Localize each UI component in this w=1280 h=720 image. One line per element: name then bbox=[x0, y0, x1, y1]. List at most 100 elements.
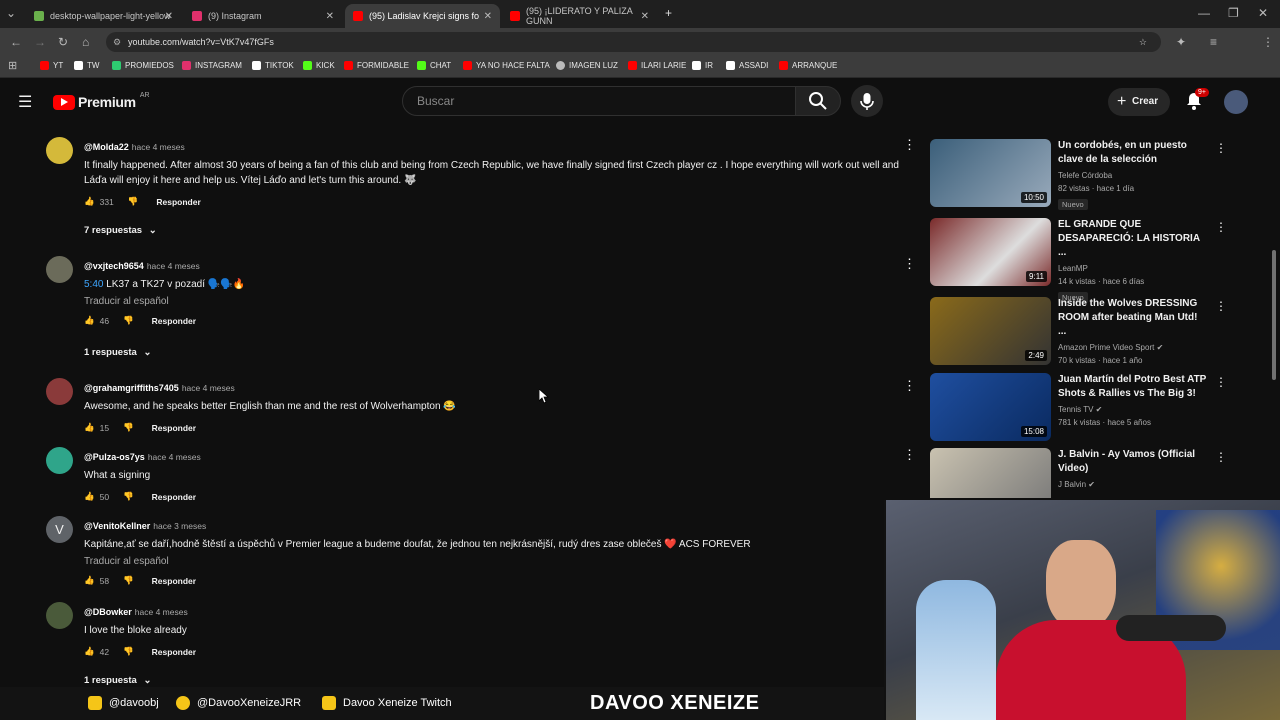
comment-date[interactable]: hace 4 meses bbox=[182, 383, 235, 393]
avatar[interactable]: V bbox=[46, 516, 73, 543]
back-icon[interactable]: ← bbox=[10, 35, 22, 49]
search-input[interactable]: Buscar bbox=[402, 86, 796, 116]
translate-link[interactable]: Traducir al español bbox=[84, 556, 920, 567]
comment-menu-icon[interactable]: ⋮ bbox=[903, 256, 916, 272]
home-icon[interactable]: ⌂ bbox=[82, 35, 89, 49]
video-thumbnail[interactable] bbox=[930, 448, 1051, 498]
comment-author[interactable]: @vxjtech9654 bbox=[84, 261, 144, 271]
like-icon[interactable]: 👍 bbox=[84, 422, 95, 433]
tab-search-icon[interactable]: ⌄ bbox=[6, 6, 16, 20]
close-icon[interactable]: ✕ bbox=[326, 11, 334, 22]
reload-icon[interactable]: ↻ bbox=[58, 35, 68, 49]
create-button[interactable]: + Crear bbox=[1108, 88, 1170, 116]
site-info-icon[interactable]: ⚙ bbox=[113, 32, 121, 52]
reply-button[interactable]: Responder bbox=[152, 316, 196, 326]
bookmark-promiedos[interactable]: PROMIEDOS bbox=[112, 61, 174, 70]
bookmark-arranque[interactable]: ARRANQUE bbox=[779, 61, 837, 70]
notifications-button[interactable]: 9+ bbox=[1186, 88, 1209, 115]
replies-toggle[interactable]: 1 respuesta ⌄ bbox=[84, 675, 151, 686]
video-channel[interactable]: Amazon Prime Video Sport ✔ bbox=[1058, 342, 1208, 353]
video-menu-icon[interactable]: ⋮ bbox=[1215, 450, 1227, 464]
close-icon[interactable]: ✕ bbox=[484, 11, 492, 22]
tab-youtube-active[interactable]: (95) Ladislav Krejci signs fo ✕ bbox=[345, 4, 500, 28]
dislike-icon[interactable]: 👎 bbox=[123, 646, 134, 657]
replies-toggle[interactable]: 1 respuesta ⌄ bbox=[84, 347, 151, 358]
replies-toggle[interactable]: 7 respuestas ⌄ bbox=[84, 225, 157, 236]
account-avatar[interactable] bbox=[1224, 90, 1248, 114]
close-icon[interactable]: ✕ bbox=[165, 11, 173, 22]
reply-button[interactable]: Responder bbox=[152, 423, 196, 433]
comment-date[interactable]: hace 4 meses bbox=[135, 607, 188, 617]
scrollbar-thumb[interactable] bbox=[1272, 250, 1276, 380]
dislike-icon[interactable]: 👎 bbox=[123, 422, 134, 433]
forward-icon[interactable]: → bbox=[34, 35, 46, 49]
comment-menu-icon[interactable]: ⋮ bbox=[903, 137, 916, 153]
video-channel[interactable]: Tennis TV ✔ bbox=[1058, 404, 1208, 415]
bookmark-chat[interactable]: CHAT bbox=[417, 61, 451, 70]
video-menu-icon[interactable]: ⋮ bbox=[1215, 299, 1227, 313]
dislike-icon[interactable]: 👎 bbox=[123, 491, 134, 502]
comment-author[interactable]: @Molda22 bbox=[84, 142, 129, 152]
menu-icon[interactable]: ⋮ bbox=[1262, 35, 1274, 49]
video-thumbnail[interactable]: 15:08 bbox=[930, 373, 1051, 441]
dislike-icon[interactable]: 👎 bbox=[123, 315, 134, 326]
avatar[interactable] bbox=[46, 137, 73, 164]
avatar[interactable] bbox=[46, 602, 73, 629]
video-title[interactable]: Juan Martín del Potro Best ATP Shots & R… bbox=[1058, 373, 1208, 401]
reply-button[interactable]: Responder bbox=[152, 647, 196, 657]
translate-link[interactable]: Traducir al español bbox=[84, 296, 920, 307]
avatar[interactable] bbox=[46, 447, 73, 474]
bookmark-ilari-larie[interactable]: ILARI LARIE bbox=[628, 61, 686, 70]
video-menu-icon[interactable]: ⋮ bbox=[1215, 220, 1227, 234]
video-menu-icon[interactable]: ⋮ bbox=[1215, 141, 1227, 155]
tab-instagram[interactable]: (9) Instagram ✕ bbox=[184, 4, 342, 28]
recommended-video[interactable]: 15:08 Juan Martín del Potro Best ATP Sho… bbox=[930, 373, 1230, 443]
video-title[interactable]: J. Balvin - Ay Vamos (Official Video) bbox=[1058, 448, 1208, 476]
comment-author[interactable]: @DBowker bbox=[84, 607, 132, 617]
video-channel[interactable]: Telefe Córdoba bbox=[1058, 170, 1208, 181]
voice-search-button[interactable] bbox=[851, 85, 883, 117]
timestamp-link[interactable]: 5:40 bbox=[84, 279, 103, 290]
like-icon[interactable]: 👍 bbox=[84, 646, 95, 657]
url-field[interactable]: ⚙ youtube.com/watch?v=VtK7v47fGFs ☆ bbox=[106, 32, 1161, 52]
video-menu-icon[interactable]: ⋮ bbox=[1215, 375, 1227, 389]
video-thumbnail[interactable]: 9:11 bbox=[930, 218, 1051, 286]
comment-menu-icon[interactable]: ⋮ bbox=[903, 447, 916, 463]
tab-youtube[interactable]: (95) ¡LIDERATO Y PALIZA GUNN ✕ bbox=[502, 4, 657, 28]
comment-date[interactable]: hace 4 meses bbox=[147, 261, 200, 271]
comment-author[interactable]: @VenitoKellner bbox=[84, 521, 150, 531]
bookmark-formidable[interactable]: FORMIDABLE bbox=[344, 61, 409, 70]
reply-button[interactable]: Responder bbox=[152, 576, 196, 586]
video-channel[interactable]: LeanMP bbox=[1058, 263, 1208, 274]
close-icon[interactable]: ✕ bbox=[641, 11, 649, 22]
new-tab-icon[interactable]: + bbox=[665, 6, 672, 20]
avatar[interactable] bbox=[46, 256, 73, 283]
bookmark-instagram[interactable]: INSTAGRAM bbox=[182, 61, 242, 70]
video-title[interactable]: EL GRANDE QUE DESAPARECIÓ: LA HISTORIA .… bbox=[1058, 218, 1208, 260]
minimize-icon[interactable]: — bbox=[1198, 6, 1210, 20]
bookmark-imagen-luz[interactable]: IMAGEN LUZ bbox=[556, 61, 618, 70]
comment-date[interactable]: hace 4 meses bbox=[132, 142, 185, 152]
video-thumbnail[interactable]: 2:49 bbox=[930, 297, 1051, 365]
bookmark-assadi[interactable]: ASSADI bbox=[726, 61, 768, 70]
bookmark-ya-no-hace-falta[interactable]: YA NO HACE FALTA bbox=[463, 61, 550, 70]
recommended-video[interactable]: 10:50 Un cordobés, en un puesto clave de… bbox=[930, 139, 1230, 210]
recommended-video[interactable]: J. Balvin - Ay Vamos (Official Video) J … bbox=[930, 448, 1230, 498]
bookmark-kick[interactable]: KICK bbox=[303, 61, 335, 70]
reply-button[interactable]: Responder bbox=[152, 492, 196, 502]
like-icon[interactable]: 👍 bbox=[84, 315, 95, 326]
bookmark-tw[interactable]: TW bbox=[74, 61, 99, 70]
dislike-icon[interactable]: 👎 bbox=[128, 196, 139, 207]
media-icon[interactable]: ≡ bbox=[1210, 35, 1217, 49]
video-title[interactable]: Un cordobés, en un puesto clave de la se… bbox=[1058, 139, 1208, 167]
search-button[interactable] bbox=[795, 86, 841, 116]
youtube-logo[interactable]: Premium AR bbox=[53, 92, 150, 110]
apps-icon[interactable]: ⊞ bbox=[8, 59, 17, 72]
dislike-icon[interactable]: 👎 bbox=[123, 575, 134, 586]
like-icon[interactable]: 👍 bbox=[84, 196, 95, 207]
avatar[interactable] bbox=[46, 378, 73, 405]
comment-date[interactable]: hace 4 meses bbox=[148, 452, 201, 462]
comment-date[interactable]: hace 3 meses bbox=[153, 521, 206, 531]
restore-icon[interactable]: ❐ bbox=[1228, 6, 1239, 20]
hamburger-menu-icon[interactable]: ☰ bbox=[18, 92, 32, 112]
